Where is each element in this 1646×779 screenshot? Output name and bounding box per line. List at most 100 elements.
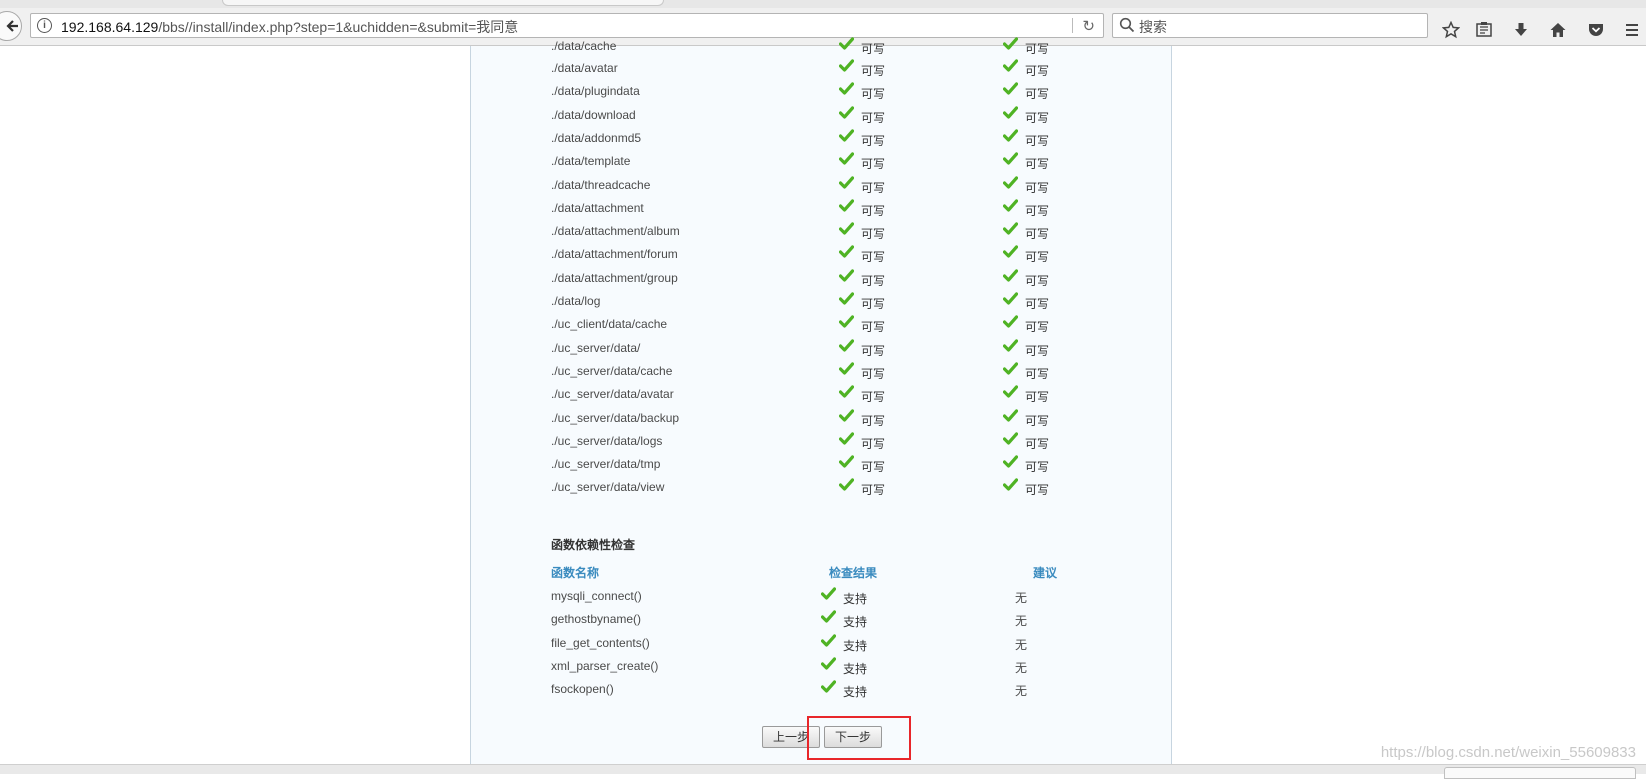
- current-status-text: 可写: [861, 64, 886, 78]
- check-icon: [839, 292, 854, 305]
- tab-strip: [0, 0, 1646, 8]
- check-icon: [821, 657, 836, 670]
- required-status-text: 可写: [1025, 390, 1050, 405]
- function-name: gethostbyname(): [551, 612, 642, 627]
- menu-icon[interactable]: [1624, 19, 1640, 41]
- directory-path: ./data/addonmd5: [551, 130, 642, 145]
- check-icon: [839, 105, 854, 119]
- current-status-text: 可写: [861, 180, 886, 195]
- current-status: 可写: [839, 105, 885, 125]
- current-status-text: 可写: [861, 203, 886, 218]
- current-status: 可写: [839, 315, 885, 334]
- directory-path: ./data/download: [551, 107, 636, 122]
- download-icon[interactable]: [1510, 19, 1532, 41]
- function-name: mysqli_connect(): [551, 589, 642, 603]
- check-result: 支持: [821, 633, 868, 653]
- check-icon: [1003, 455, 1018, 468]
- required-status: 可写: [1003, 222, 1049, 241]
- home-icon[interactable]: [1547, 19, 1569, 41]
- address-bar[interactable]: i 192.168.64.129/bbs//install/index.php?…: [30, 13, 1104, 38]
- search-icon: [1119, 17, 1135, 33]
- required-status: 可写: [1003, 82, 1050, 102]
- check-icon: [839, 245, 854, 258]
- check-icon: [839, 338, 854, 352]
- check-icon: [1003, 152, 1018, 165]
- current-status-text: 可写: [861, 227, 886, 242]
- directory-path: ./uc_server/data/: [551, 340, 641, 355]
- required-status-text: 可写: [1025, 110, 1050, 125]
- check-icon: [839, 362, 854, 375]
- check-result-text: 支持: [843, 592, 868, 606]
- required-status-text: 可写: [1025, 366, 1050, 381]
- current-status-text: 可写: [861, 157, 886, 172]
- status-pill: [1444, 767, 1636, 779]
- check-icon: [839, 408, 854, 422]
- current-status-text: 可写: [861, 390, 886, 405]
- required-status-text: 可写: [1025, 413, 1050, 428]
- required-status: 可写: [1003, 385, 1050, 405]
- function-check-title: 函数依赖性检查: [551, 538, 636, 552]
- required-status: 可写: [1003, 269, 1049, 288]
- current-status: 可写: [839, 129, 885, 148]
- function-name: xml_parser_create(): [551, 658, 659, 673]
- current-status: 可写: [839, 269, 885, 288]
- current-status-text: 可写: [861, 42, 886, 56]
- current-status: 可写: [839, 37, 886, 56]
- check-icon: [821, 633, 836, 647]
- current-status: 可写: [839, 199, 886, 218]
- current-status-text: 可写: [861, 366, 886, 381]
- function-row: fsockopen() 支持 无: [551, 680, 1111, 706]
- check-icon: [1003, 362, 1018, 375]
- check-icon: [839, 432, 854, 445]
- current-status: 可写: [839, 338, 885, 358]
- check-result-text: 支持: [843, 638, 868, 653]
- table-row: ./uc_server/data/view 可写 可写: [551, 478, 1111, 504]
- check-result: 支持: [821, 587, 868, 606]
- reload-icon[interactable]: ↻: [1082, 17, 1095, 35]
- required-status: 可写: [1003, 338, 1049, 358]
- active-tab-edge[interactable]: [222, 0, 664, 6]
- url-path: /bbs//install/index.php?step=1&uchidden=…: [158, 19, 519, 35]
- required-status-text: 可写: [1025, 203, 1050, 218]
- pocket-icon[interactable]: [1585, 19, 1607, 41]
- url-text[interactable]: 192.168.64.129/bbs//install/index.php?st…: [61, 17, 518, 37]
- site-info-icon[interactable]: i: [37, 18, 52, 33]
- current-status: 可写: [839, 362, 886, 381]
- directory-path: ./data/attachment/group: [551, 270, 678, 285]
- check-icon: [1003, 478, 1018, 491]
- required-status: 可写: [1003, 129, 1049, 148]
- current-status-text: 可写: [861, 413, 886, 428]
- check-icon: [839, 385, 854, 398]
- advice-text: 无: [1015, 637, 1028, 652]
- check-icon: [839, 129, 854, 142]
- back-button[interactable]: [0, 11, 22, 41]
- bookmark-star-icon[interactable]: [1440, 19, 1462, 41]
- check-icon: [839, 478, 854, 491]
- current-status: 可写: [839, 175, 886, 195]
- current-status: 可写: [839, 432, 885, 451]
- check-icon: [1003, 105, 1018, 119]
- install-panel: ./data/cache 可写 可写 ./data/avatar 可写 可写 ./data/…: [470, 37, 1172, 773]
- check-icon: [1003, 385, 1018, 398]
- check-icon: [839, 152, 854, 165]
- check-icon: [1003, 37, 1018, 50]
- check-result: 支持: [821, 680, 867, 699]
- current-status: 可写: [839, 478, 885, 497]
- reading-list-icon[interactable]: [1473, 19, 1495, 41]
- check-icon: [839, 455, 854, 468]
- required-status: 可写: [1003, 292, 1049, 311]
- check-icon: [839, 82, 854, 95]
- current-status: 可写: [839, 455, 885, 474]
- current-status: 可写: [839, 385, 886, 405]
- check-icon: [821, 610, 836, 623]
- check-icon: [1003, 432, 1018, 445]
- directory-path: ./uc_server/data/tmp: [551, 457, 661, 472]
- directory-path: ./uc_server/data/avatar: [551, 387, 674, 402]
- check-icon: [839, 315, 854, 328]
- url-host: 192.168.64.129: [61, 19, 159, 35]
- current-status: 可写: [839, 82, 885, 101]
- directory-path: ./data/log: [551, 294, 601, 308]
- required-status-text: 可写: [1025, 87, 1050, 102]
- search-bar[interactable]: 搜索: [1112, 13, 1428, 38]
- required-status: 可写: [1003, 455, 1049, 474]
